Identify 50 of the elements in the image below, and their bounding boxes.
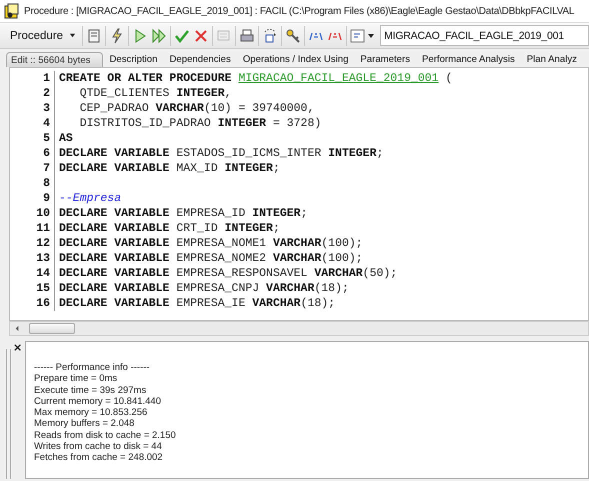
tab[interactable]: Operations / Index Using: [236, 52, 354, 67]
window-title: Procedure : [MIGRACAO_FACIL_EAGLE_2019_001] : FACIL (C:\Program Files (x86)\Eagle\Eagle Gestao\Data\DBbkpFACILVAL: [24, 6, 574, 16]
tab[interactable]: Performance Analysis: [416, 52, 521, 67]
printer-icon[interactable]: [239, 28, 256, 44]
checkmark-icon[interactable]: [174, 28, 190, 44]
code-line: DECLARE VARIABLE EMPRESA_NOME2 VARCHAR(100);: [59, 251, 363, 266]
code-line: DECLARE VARIABLE CRT_ID INTEGER;: [59, 221, 280, 236]
panel-gripper[interactable]: [6, 349, 11, 479]
output-line: Writes from cache to disk = 44: [34, 441, 162, 452]
cross-icon[interactable]: [193, 28, 210, 44]
form-icon[interactable]: [86, 28, 102, 44]
code-line: DECLARE VARIABLE ESTADOS_ID_ICMS_INTER INTEGER;: [59, 146, 384, 161]
code-line: AS: [59, 131, 73, 146]
scroll-left-icon[interactable]: [14, 325, 21, 332]
app-icon: [4, 3, 20, 19]
caret-icon[interactable]: [69, 32, 76, 39]
object-type-dropdown[interactable]: Procedure: [6, 28, 80, 44]
code-line: DECLARE VARIABLE EMPRESA_RESPONSAVEL VARCHAR(50);: [59, 266, 398, 281]
tab[interactable]: Dependencies: [163, 52, 237, 67]
object-name-field[interactable]: MIGRACAO_FACIL_EAGLE_2019_001: [380, 25, 589, 46]
output-line: Prepare time = 0ms: [34, 373, 118, 385]
code-line: DECLARE VARIABLE EMPRESA_CNPJ VARCHAR(18);: [59, 281, 349, 296]
tab[interactable]: Parameters: [354, 52, 416, 67]
code-line: DECLARE VARIABLE EMPRESA_ID INTEGER;: [59, 206, 308, 221]
fast-forward-icon[interactable]: [151, 28, 168, 44]
output-line: Max memory = 10.853.256: [34, 407, 148, 418]
code-line: --Empresa: [59, 191, 122, 206]
output-line: Memory buffers = 2.048: [34, 418, 134, 430]
output-line: Fetches from cache = 248.002: [34, 452, 163, 464]
output-line: Current memory = 10.841.440: [34, 396, 161, 408]
cursor-box-icon[interactable]: [262, 28, 278, 44]
code-line: DISTRITOS_ID_PADRAO INTEGER = 3728): [78, 116, 322, 131]
scrollbar-thumb[interactable]: [29, 323, 75, 334]
code-editor[interactable]: [9, 67, 589, 321]
output-line: ------ Performance info ------: [34, 362, 150, 374]
horizontal-scrollbar[interactable]: [9, 321, 589, 336]
code-line: DECLARE VARIABLE MAX_ID INTEGER;: [59, 161, 280, 176]
tab[interactable]: Description: [103, 52, 164, 67]
tab[interactable]: Edit :: 56604 bytes: [6, 52, 104, 67]
options-dropdown-icon[interactable]: [350, 28, 376, 44]
code-line: CREATE OR ALTER PROCEDURE MIGRACAO_FACIL_EAGLE_2019_001 (: [59, 71, 452, 86]
output-line: Reads from disk to cache = 2.150: [34, 430, 176, 442]
close-button[interactable]: ×: [13, 342, 23, 354]
code-line: DECLARE VARIABLE EMPRESA_NOME1 VARCHAR(100);: [59, 236, 363, 251]
code-line: DECLARE VARIABLE EMPRESA_IE VARCHAR(18);: [59, 296, 336, 311]
output-line: Execute time = 39s 297ms: [34, 384, 146, 396]
code-line: CEP_PADRAO VARCHAR(10) = 39740000,: [78, 101, 314, 116]
keys-icon[interactable]: [285, 28, 302, 44]
tab[interactable]: Plan Analyz: [520, 52, 583, 67]
code-line: QTDE_CLIENTES INTEGER,: [78, 86, 232, 101]
